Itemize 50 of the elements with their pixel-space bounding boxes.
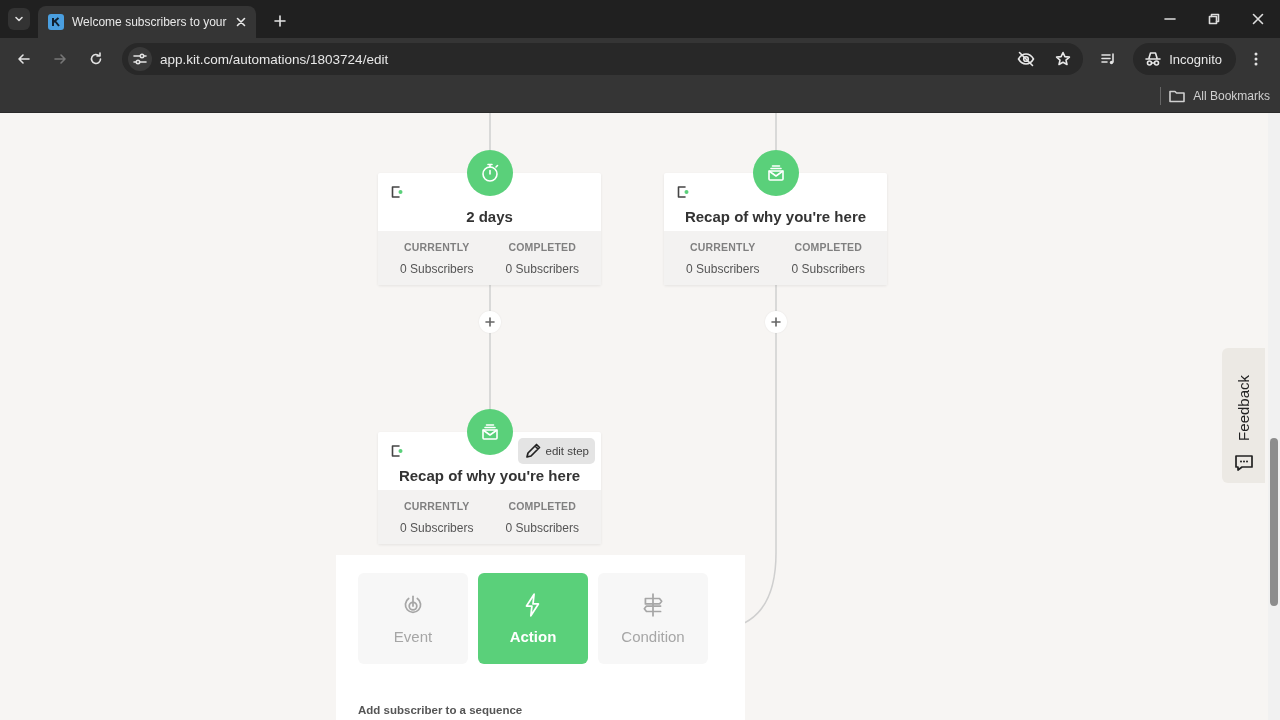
sliders-icon — [133, 52, 147, 66]
address-bar[interactable]: app.kit.com/automations/1803724/edit — [122, 43, 1084, 75]
plus-icon — [485, 317, 495, 327]
add-step-button[interactable] — [765, 311, 787, 333]
feedback-button[interactable]: Feedback — [1222, 348, 1265, 483]
arrow-right-icon — [52, 51, 68, 67]
edit-step-button[interactable]: edit step — [517, 438, 595, 464]
stat-value: 0 Subscribers — [791, 261, 865, 276]
url-text: app.kit.com/automations/1803724/edit — [160, 51, 390, 67]
star-icon[interactable] — [1055, 51, 1072, 67]
pencil-icon — [523, 442, 542, 460]
stat-value: 0 Subscribers — [400, 520, 474, 535]
step-title: Recap of why you're here — [397, 467, 582, 484]
reload-icon — [88, 51, 104, 67]
stat-label: CURRENTLY — [403, 240, 470, 253]
scrollbar-thumb[interactable] — [1270, 438, 1278, 606]
device-status-icon — [676, 185, 690, 199]
site-settings-button[interactable] — [128, 47, 152, 71]
close-icon[interactable] — [236, 17, 246, 27]
stat-label: COMPLETED — [508, 240, 577, 253]
stat-label: COMPLETED — [794, 240, 863, 253]
stat-label: CURRENTLY — [689, 240, 756, 253]
tab-title: Welcome subscribers to your — [72, 15, 228, 29]
arrow-left-icon — [16, 51, 32, 67]
caret-icon — [14, 14, 24, 24]
all-bookmarks-button[interactable]: All Bookmarks — [1169, 89, 1270, 103]
section-heading: Add subscriber to a sequence — [358, 704, 524, 716]
browser-tab[interactable]: Welcome subscribers to your — [38, 6, 256, 38]
stat-value: 0 Subscribers — [686, 261, 760, 276]
folder-icon — [1169, 89, 1186, 103]
device-status-icon — [390, 185, 404, 199]
tab-list-button[interactable] — [8, 8, 30, 30]
step-title: Recap of why you're here — [683, 208, 868, 225]
incognito-icon — [1145, 51, 1162, 67]
stat-value: 0 Subscribers — [505, 520, 579, 535]
stat-value: 0 Subscribers — [505, 261, 579, 276]
incognito-button[interactable]: Incognito — [1133, 43, 1236, 75]
chat-bubble-icon — [1233, 453, 1254, 473]
more-vertical-icon — [1254, 51, 1258, 67]
restore-icon — [1208, 13, 1220, 25]
stat-label: CURRENTLY — [403, 499, 470, 512]
stat-label: COMPLETED — [508, 499, 577, 512]
plus-icon — [771, 317, 781, 327]
add-step-button[interactable] — [479, 311, 501, 333]
step-title: 2 days — [465, 208, 514, 225]
stat-value: 0 Subscribers — [400, 261, 474, 276]
close-window-icon — [1252, 13, 1264, 25]
device-status-icon — [390, 444, 404, 458]
plus-icon — [274, 15, 286, 27]
eye-off-icon[interactable] — [1017, 50, 1036, 68]
